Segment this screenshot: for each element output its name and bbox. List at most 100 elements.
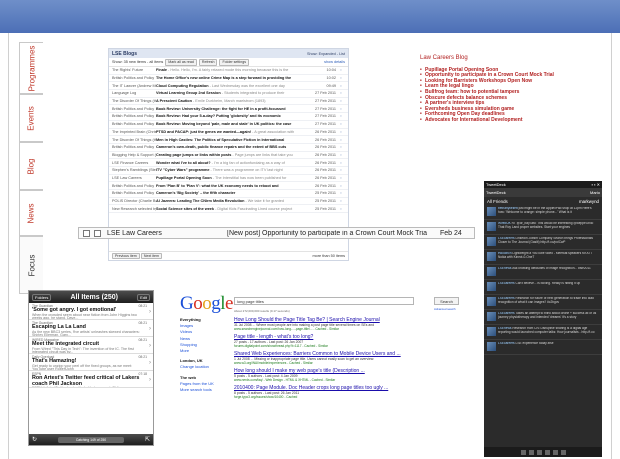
refresh-button[interactable]: Refresh bbox=[198, 58, 218, 66]
tab-blog[interactable]: Blog bbox=[19, 142, 43, 190]
star-icon[interactable]: ○ bbox=[336, 199, 342, 203]
tweet[interactable]: LSEcareers LSE experience today #lse bbox=[484, 340, 602, 355]
list-item[interactable]: WIRED Magazine 08:21 Meet the integrated c… bbox=[29, 337, 153, 354]
search-button[interactable]: Search bbox=[434, 297, 459, 305]
tweet[interactable]: ewoolrich Lightweight a YouTube video - … bbox=[484, 250, 602, 265]
tweet[interactable]: LSEcareers Takes an attempt to think abo… bbox=[484, 310, 602, 325]
mark-all-read-button[interactable]: Mark all as read bbox=[165, 58, 197, 66]
avatar[interactable] bbox=[487, 327, 496, 336]
footer-button-icon[interactable] bbox=[528, 449, 534, 455]
avatar[interactable] bbox=[487, 222, 496, 231]
previous-item-button[interactable]: Previous item bbox=[112, 252, 140, 259]
account-name[interactable]: Mario bbox=[590, 190, 600, 195]
list-item[interactable]: Daily Overload 08:21 That's Hamazing! Get r… bbox=[29, 354, 153, 371]
feed-item-bar[interactable]: LSE Law Careers [New post] Opportunity t… bbox=[78, 227, 475, 239]
show-details-link[interactable]: show details bbox=[324, 60, 345, 64]
blog-item-row[interactable]: New Research selected by Social Science s… bbox=[109, 205, 348, 214]
blog-item-row[interactable]: British Politics and Policy Cameron's 'Bi… bbox=[109, 190, 348, 198]
law-blog-post-link[interactable]: Advocates for International Development bbox=[420, 117, 600, 124]
feed-title[interactable]: [New post] Opportunity to participate in… bbox=[227, 230, 440, 237]
window-controls-icon[interactable]: ▪ ▪ ✕ bbox=[592, 182, 600, 187]
blog-item-row[interactable]: Language Log Virtual Learning Group 2nd S… bbox=[109, 90, 348, 98]
star-icon[interactable]: ○ bbox=[336, 207, 342, 211]
blog-item-row[interactable]: LSE Law Careers Pupillage Portal Opening … bbox=[109, 175, 348, 183]
footer-button-icon[interactable] bbox=[544, 449, 550, 455]
result-url[interactable]: forums.digitalpoint.com/showthread.php?t… bbox=[234, 344, 464, 348]
star-icon[interactable]: ○ bbox=[336, 91, 342, 95]
tweet[interactable]: WiredUK RT @dr_bay last: This would be i… bbox=[484, 220, 602, 235]
tweet[interactable]: LSEcareers LinkedIn Jobsm Company Search… bbox=[484, 235, 602, 250]
footer-button-icon[interactable] bbox=[520, 449, 526, 455]
advanced-search-link[interactable]: Advanced search bbox=[434, 307, 456, 311]
search-input[interactable]: long page titles bbox=[234, 297, 414, 305]
tweet[interactable]: LSEcareers Research for future of next g… bbox=[484, 295, 602, 310]
blog-item-row[interactable]: British Politics and Policy From 'Plan B'… bbox=[109, 182, 348, 190]
star-icon[interactable]: ○ bbox=[336, 107, 342, 111]
footer-button-icon[interactable] bbox=[552, 449, 558, 455]
blog-item-row[interactable]: The IT Lawver (Andrew Mur Cloud Computing… bbox=[109, 82, 348, 91]
footer-button-icon[interactable] bbox=[536, 449, 542, 455]
folders-button[interactable]: Folders bbox=[32, 293, 52, 301]
blog-item-row[interactable]: POLIS Director (Charlie Be Al Jazeera: Le… bbox=[109, 198, 348, 206]
avatar[interactable] bbox=[487, 312, 496, 321]
show-items-filter[interactable]: Show: 35 new items - all items bbox=[112, 60, 163, 64]
tab-focus[interactable]: Focus bbox=[19, 236, 43, 294]
tab-news[interactable]: News bbox=[19, 190, 43, 236]
star-icon[interactable]: ○ bbox=[336, 168, 342, 172]
google-logo[interactable]: Google bbox=[180, 293, 233, 315]
star-icon[interactable]: ○ bbox=[336, 145, 342, 149]
avatar[interactable] bbox=[487, 267, 496, 276]
tweet[interactable]: bethanykellett just might be in the Appl… bbox=[484, 205, 602, 220]
result-url[interactable]: www.searchenginejournal.com/how-long-...… bbox=[234, 327, 464, 331]
avatar[interactable] bbox=[487, 252, 496, 261]
star-icon[interactable]: ○ bbox=[336, 130, 342, 134]
result-url[interactable]: forge.typo3.org/issues/show/10400 - Cach… bbox=[234, 395, 464, 399]
star-icon[interactable]: ○ bbox=[336, 184, 342, 188]
blog-item-row[interactable]: British Politics and Policy Book Review: … bbox=[109, 105, 348, 114]
star-icon[interactable]: ○ bbox=[336, 114, 342, 118]
list-item[interactable]: ESPN 07:18 Ron Artest's Twitter feed criti… bbox=[29, 371, 153, 388]
blog-item-row[interactable]: The Disorder Of Things (th A Prescient Ca… bbox=[109, 98, 348, 106]
avatar[interactable] bbox=[487, 237, 496, 246]
star-icon[interactable]: ○ bbox=[336, 76, 342, 80]
tweet[interactable]: LSEnews Research from CN: Disruptive sha… bbox=[484, 325, 602, 340]
star-icon[interactable]: ○ bbox=[336, 99, 342, 103]
blog-item-row[interactable]: British Politics and Policy Book Review: … bbox=[109, 113, 348, 121]
star-icon[interactable]: ○ bbox=[336, 161, 342, 165]
refresh-icon[interactable]: ↻ bbox=[32, 436, 37, 443]
star-icon[interactable]: ○ bbox=[336, 191, 342, 195]
avatar[interactable] bbox=[487, 207, 496, 216]
blog-item-row[interactable]: The Disorder Of Things (th Men in High Ca… bbox=[109, 136, 348, 144]
avatar[interactable] bbox=[487, 282, 496, 291]
footer-button-icon[interactable] bbox=[560, 449, 566, 455]
blog-item-row[interactable]: LSE Finance Careers Wonder what I've to a… bbox=[109, 159, 348, 167]
star-icon[interactable]: ○ bbox=[336, 84, 342, 88]
blog-item-row[interactable]: British Politics and Policy Cameron's own… bbox=[109, 144, 348, 152]
tweet[interactable]: LSEcareers Can't believe... is boxing. R… bbox=[484, 280, 602, 295]
edit-button[interactable]: Edit bbox=[137, 293, 150, 301]
folder-settings-button[interactable]: Folder settings bbox=[219, 58, 250, 66]
tab-programmes[interactable]: Programmes bbox=[19, 42, 43, 94]
result-url[interactable]: www.nerds.com/faq/ - Web Design - HTML &… bbox=[234, 378, 464, 382]
blog-item-row[interactable]: Blogging Help & Support (L Creating page … bbox=[109, 152, 348, 160]
result-url[interactable]: www.w3.org/WAI/mobile/experiences - Cach… bbox=[234, 361, 464, 365]
avatar[interactable] bbox=[487, 297, 496, 306]
next-item-button[interactable]: Next item bbox=[140, 252, 163, 259]
more-tools-link[interactable]: More search tools bbox=[180, 387, 224, 393]
avatar[interactable] bbox=[487, 342, 496, 351]
blog-item-row[interactable]: British Politics and Policy Book Review: … bbox=[109, 121, 348, 129]
item-checkbox[interactable] bbox=[94, 229, 101, 237]
star-icon[interactable]: ○ bbox=[336, 176, 342, 180]
tab-events[interactable]: Events bbox=[19, 94, 43, 142]
view-mode-toggle[interactable]: Show: Expanded - List bbox=[307, 52, 345, 56]
star-icon[interactable]: ○ bbox=[336, 153, 342, 157]
list-item[interactable]: The Guardian 08:21 Escaping La La Land As t… bbox=[29, 320, 153, 337]
star-icon[interactable]: ○ bbox=[336, 68, 342, 72]
blog-item-row[interactable]: Stephen's Ramblings (Step ITV "Cyber Wars… bbox=[109, 167, 348, 175]
blog-item-row[interactable]: British Politics and Policy The Home Offi… bbox=[109, 75, 348, 83]
tweet[interactable]: LSEnews Ask knowing difficulties of imag… bbox=[484, 265, 602, 280]
list-item[interactable]: The Guardian 08:21 'Some got angry. I got … bbox=[29, 303, 153, 320]
blog-item-row[interactable]: The Rights' Future Finale - Hello. Hello,… bbox=[109, 67, 348, 75]
share-icon[interactable]: ⇱ bbox=[145, 436, 150, 443]
star-icon[interactable]: ○ bbox=[336, 138, 342, 142]
